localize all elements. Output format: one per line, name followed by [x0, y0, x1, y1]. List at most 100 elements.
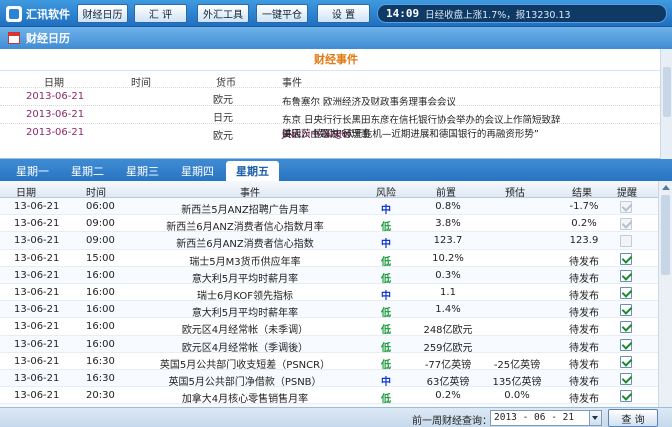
- close-all-positions-button[interactable]: 一键平仓: [256, 4, 308, 23]
- table-row[interactable]: 13-06-21 16:30 英国5月公共部门净借款（PSNB） 中 63亿英镑 135亿…: [0, 369, 672, 388]
- row-date: 13-06-21: [14, 201, 60, 212]
- row-event: 意大利5月平均时薪年率: [191, 308, 299, 320]
- table-row[interactable]: 13-06-21 16:00 意大利5月平均时薪月率 低 0.3% 待发布: [0, 266, 672, 285]
- row-previous: 0.3%: [435, 269, 461, 281]
- table-row[interactable]: 13-06-21 09:00 新西兰6月ANZ消费者信心指数 中 123.7 123.9: [0, 232, 672, 250]
- row-previous: 3.8%: [435, 218, 461, 230]
- commentary-button[interactable]: 汇 评: [134, 4, 187, 23]
- row-time: 09:00: [86, 218, 115, 230]
- row-time: 15:00: [86, 252, 115, 264]
- remind-checkbox[interactable]: [620, 390, 632, 403]
- forex-tools-button[interactable]: 外汇工具: [197, 4, 249, 23]
- remind-checkbox: [620, 235, 632, 248]
- row-previous: 0.2%: [435, 390, 461, 402]
- table-scrollbar[interactable]: [658, 181, 672, 407]
- row-previous: 123.7: [433, 235, 463, 247]
- table-row[interactable]: 13-06-21 16:00 瑞士6月KOF领先指标 中 1.1 待发布: [0, 284, 672, 302]
- row-date: 13-06-21: [14, 286, 60, 298]
- row-result: 待发布: [569, 308, 599, 320]
- row-date: 13-06-21: [14, 355, 60, 367]
- row-event: 欧元区4月经常帐（季调後）: [181, 342, 309, 354]
- scroll-up-icon[interactable]: [662, 185, 670, 190]
- remind-checkbox[interactable]: [620, 304, 632, 317]
- row-date: 13-06-21: [14, 304, 60, 316]
- tab-friday[interactable]: 星期五: [226, 161, 279, 181]
- remind-checkbox[interactable]: [620, 372, 632, 385]
- table-row[interactable]: 13-06-21 16:30 英国5月公共部门收支短差（PSNCR） 低 -77亿英镑 -…: [0, 353, 672, 371]
- row-risk: 低: [381, 273, 391, 285]
- row-time: 16:00: [86, 304, 115, 316]
- col-remind: 提醒: [617, 188, 637, 199]
- row-result: 待发布: [569, 273, 599, 285]
- remind-checkbox[interactable]: [620, 286, 632, 299]
- table-row[interactable]: 13-06-21 09:00 新西兰6月ANZ消费者信心指数月率 低 3.8% 0.2%: [0, 215, 672, 234]
- tab-tuesday[interactable]: 星期二: [61, 161, 114, 181]
- row-previous: 63亿英镑: [426, 376, 470, 388]
- col-result: 结果: [572, 188, 592, 199]
- scroll-thumb[interactable]: [663, 67, 671, 117]
- ticker-message: 日经收盘上涨1.7%，报13230.13: [425, 9, 571, 21]
- row-event: 新西兰6月ANZ消费者信心指数月率: [166, 222, 324, 234]
- news-ticker[interactable]: 14:09 日经收盘上涨1.7%，报13230.13: [377, 4, 667, 23]
- row-result: 0.2%: [571, 218, 597, 230]
- row-previous: 259亿欧元: [423, 342, 473, 354]
- row-forecast: 135亿英镑: [492, 376, 542, 388]
- settings-button[interactable]: 设 置: [317, 4, 370, 23]
- row-result: 待发布: [569, 359, 599, 371]
- row-time: 06:00: [86, 201, 115, 212]
- row-result: 待发布: [569, 376, 599, 388]
- col-time: 时间: [86, 188, 106, 199]
- row-event: 瑞士6月KOF领先指标: [197, 290, 293, 302]
- chevron-down-icon[interactable]: [589, 411, 601, 425]
- table-row[interactable]: 13-06-21 16:00 意大利5月平均时薪年率 低 1.4% 待发布: [0, 301, 672, 320]
- event-currency: 欧元: [213, 95, 233, 106]
- table-row[interactable]: 13-06-21 20:30 加拿大4月核心零售销售月率 低 0.2% 0.0% 待发布: [0, 387, 672, 405]
- tab-monday[interactable]: 星期一: [6, 161, 59, 181]
- remind-checkbox[interactable]: [620, 355, 632, 368]
- top-toolbar: 汇讯软件 财经日历 汇 评 外汇工具 一键平仓 设 置 14:09 日经收盘上涨…: [0, 0, 672, 27]
- remind-checkbox[interactable]: [620, 338, 632, 351]
- scroll-thumb[interactable]: [661, 195, 670, 275]
- events-scrollbar[interactable]: [660, 49, 672, 159]
- logo-icon: [6, 5, 22, 22]
- row-result: 待发布: [569, 342, 599, 354]
- event-row[interactable]: 2013-06-21 日元 东京 日央行行长黑田东彦在信托银行协会举办的会议上作…: [0, 105, 672, 126]
- table-row[interactable]: 13-06-21 16:00 欧元区4月经常帐（季调後） 低 259亿欧元 待发布: [0, 335, 672, 354]
- table-row[interactable]: 13-06-21 06:00 新西兰5月ANZ招聘广告月率 中 0.8% -1.7%: [0, 198, 672, 216]
- row-previous: 1.1: [440, 286, 456, 298]
- row-risk: 低: [381, 222, 391, 234]
- tab-wednesday[interactable]: 星期三: [116, 161, 169, 181]
- remind-checkbox[interactable]: [620, 252, 632, 265]
- event-date: 2013-06-21: [26, 127, 85, 138]
- calendar-button[interactable]: 财经日历: [77, 4, 128, 23]
- calendar-icon: [8, 32, 20, 44]
- row-event: 欧元区4月经常帐（未季调）: [181, 325, 309, 337]
- row-risk: 中: [381, 376, 391, 388]
- table-row[interactable]: 13-06-21 16:00 欧元区4月经常帐（未季调） 低 248亿欧元 待发布: [0, 318, 672, 337]
- row-event: 瑞士5月M3货币供应年率: [189, 256, 301, 268]
- remind-checkbox: [620, 201, 632, 213]
- row-time: 09:00: [86, 235, 115, 247]
- row-previous: 248亿欧元: [423, 325, 473, 337]
- event-row[interactable]: 2013-06-21 欧元 美因茨 德国央行理事 Joachim Nagel 讲话，…: [0, 123, 672, 149]
- window-title: 财经日历: [26, 32, 70, 45]
- event-currency: 日元: [213, 113, 233, 124]
- table-row[interactable]: 13-06-21 15:00 瑞士5月M3货币供应年率 低 10.2% 待发布: [0, 250, 672, 268]
- query-button[interactable]: 查 询: [608, 409, 658, 427]
- remind-checkbox[interactable]: [620, 269, 632, 282]
- event-row[interactable]: 2013-06-21 欧元 布鲁塞尔 欧洲经济及财政事务理事会会议: [0, 87, 672, 108]
- remind-checkbox[interactable]: [620, 321, 632, 334]
- row-event: 英国5月公共部门收支短差（PSNCR）: [159, 359, 331, 371]
- col-previous: 前置: [436, 188, 456, 199]
- query-date-picker[interactable]: 2013 - 06 - 21: [490, 410, 602, 426]
- events-header: 日期 时间 货币 事件: [0, 71, 672, 89]
- row-risk: 低: [381, 342, 391, 354]
- logo-text: 汇讯软件: [26, 7, 70, 21]
- row-event: 英国5月公共部门净借款（PSNB）: [168, 376, 322, 388]
- row-date: 13-06-21: [14, 390, 60, 402]
- event-date: 2013-06-21: [26, 109, 85, 120]
- row-date: 13-06-21: [14, 218, 60, 230]
- row-date: 13-06-21: [14, 269, 60, 281]
- financial-events-panel: 财经事件 日期 时间 货币 事件 2013-06-21 欧元 布鲁塞尔 欧洲经济…: [0, 49, 672, 159]
- tab-thursday[interactable]: 星期四: [171, 161, 224, 181]
